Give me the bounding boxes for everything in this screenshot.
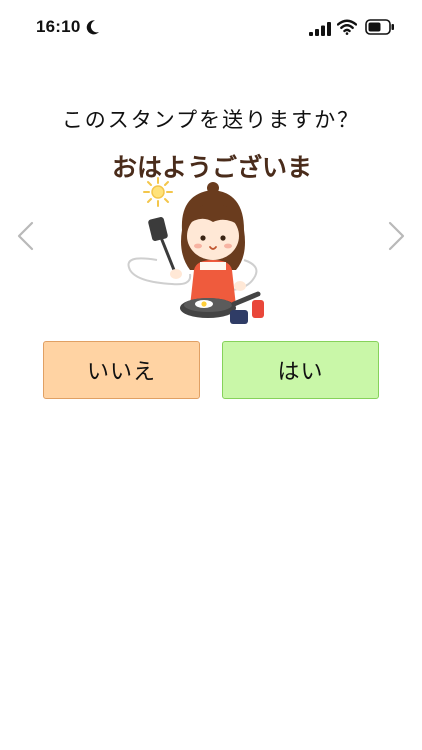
next-sticker-button[interactable] <box>384 220 408 252</box>
moon-icon <box>86 19 100 39</box>
no-button[interactable]: いいえ <box>43 341 200 399</box>
battery-icon <box>365 19 395 39</box>
chevron-left-icon <box>17 221 34 251</box>
chevron-right-icon <box>388 221 405 251</box>
yes-button[interactable]: はい <box>222 341 379 399</box>
cellular-signal-icon <box>309 21 331 40</box>
sticker-preview: おはようございます <box>112 146 312 328</box>
status-time: 16:10 <box>36 17 81 36</box>
wifi-icon <box>336 19 358 39</box>
cooking-girl-illustration <box>127 177 264 324</box>
previous-sticker-button[interactable] <box>14 220 38 252</box>
status-bar: 16:10 <box>0 0 422 56</box>
send-sticker-prompt: このスタンプを送りますか？ <box>61 108 361 132</box>
